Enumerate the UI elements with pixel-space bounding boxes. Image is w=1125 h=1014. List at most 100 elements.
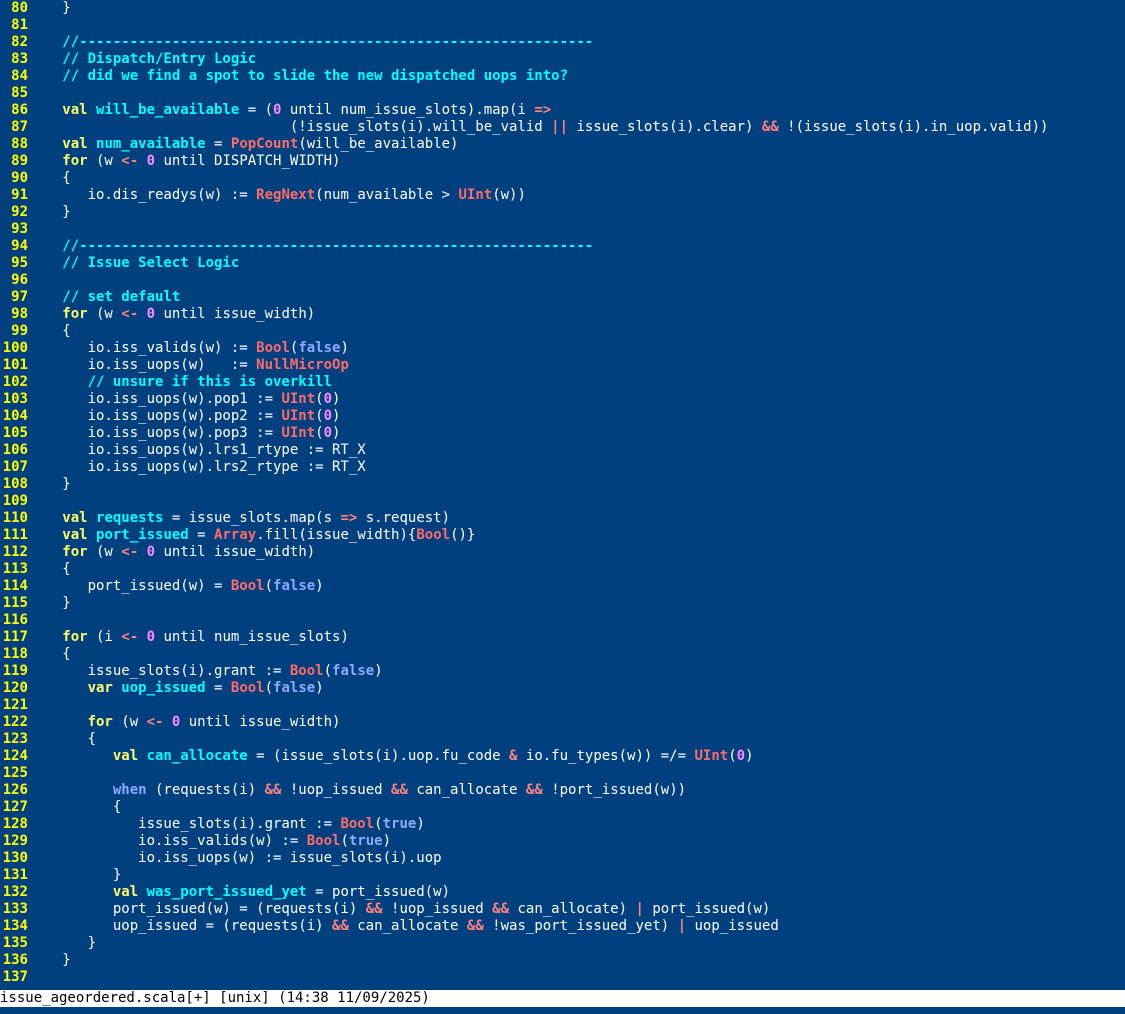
code-line[interactable]: 137 (0, 969, 1125, 986)
code-text: } (37, 867, 121, 884)
code-line[interactable]: 95 // Issue Select Logic (0, 255, 1125, 272)
code-line[interactable]: 100 io.iss_valids(w) := Bool(false) (0, 340, 1125, 357)
code-line[interactable]: 84 // did we find a spot to slide the ne… (0, 68, 1125, 85)
code-line[interactable]: 116 (0, 612, 1125, 629)
code-line[interactable]: 132 val was_port_issued_yet = port_issue… (0, 884, 1125, 901)
code-line[interactable]: 129 io.iss_valids(w) := Bool(true) (0, 833, 1125, 850)
code-line[interactable]: 92 } (0, 204, 1125, 221)
code-line[interactable]: 103 io.iss_uops(w).pop1 := UInt(0) (0, 391, 1125, 408)
code-token: 0 (146, 153, 156, 169)
code-line[interactable]: 131 } (0, 867, 1125, 884)
code-token: Bool (256, 340, 290, 356)
code-line[interactable]: 102 // unsure if this is overkill (0, 374, 1125, 391)
code-token: ) (315, 680, 324, 696)
code-token: !uop_issued (281, 782, 392, 798)
code-line[interactable]: 114 port_issued(w) = Bool(false) (0, 578, 1125, 595)
code-text: } (37, 0, 70, 17)
code-line[interactable]: 90 { (0, 170, 1125, 187)
code-editor[interactable]: 80 } 81 82 //-----------------------------… (0, 0, 1125, 990)
code-token: io.iss_valids(w) := (37, 833, 307, 849)
code-token: <- (121, 629, 139, 645)
code-line[interactable]: 106 io.iss_uops(w).lrs1_rtype := RT_X (0, 442, 1125, 459)
code-line[interactable]: 128 issue_slots(i).grant := Bool(true) (0, 816, 1125, 833)
code-line[interactable]: 121 (0, 697, 1125, 714)
code-line[interactable]: 89 for (w <- 0 until DISPATCH_WIDTH) (0, 153, 1125, 170)
code-line[interactable]: 113 { (0, 561, 1125, 578)
code-line[interactable]: 136 } (0, 952, 1125, 969)
code-token: } (37, 204, 71, 220)
code-text: for (w <- 0 until DISPATCH_WIDTH) (37, 153, 340, 170)
code-token: Bool (289, 663, 324, 679)
line-number: 91 (11, 187, 28, 203)
code-line[interactable]: 112 for (w <- 0 until issue_width) (0, 544, 1125, 561)
code-line[interactable]: 127 { (0, 799, 1125, 816)
code-line[interactable]: 134 uop_issued = (requests(i) && can_all… (0, 918, 1125, 935)
code-line[interactable]: 101 io.iss_uops(w) := NullMicroOp (0, 357, 1125, 374)
code-line[interactable]: 99 { (0, 323, 1125, 340)
code-token: //--------------------------------------… (37, 238, 594, 254)
code-line[interactable]: 109 (0, 493, 1125, 510)
code-line[interactable]: 80 } (0, 0, 1125, 17)
line-number: 117 (2, 629, 28, 645)
code-token: until num_issue_slots) (155, 629, 349, 645)
code-text: { (37, 323, 70, 340)
code-token: for (37, 629, 88, 645)
code-line[interactable]: 115 } (0, 595, 1125, 612)
code-line[interactable]: 85 (0, 85, 1125, 102)
code-token: (i (87, 629, 122, 645)
code-line[interactable]: 83 // Dispatch/Entry Logic (0, 51, 1125, 68)
code-token: => (340, 510, 358, 526)
code-text: io.iss_uops(w) := NullMicroOp (37, 357, 349, 374)
code-text: io.iss_uops(w).pop1 := UInt(0) (37, 391, 341, 408)
code-line[interactable]: 81 (0, 17, 1125, 34)
code-line[interactable]: 86 val will_be_available = (0 until num_… (0, 102, 1125, 119)
code-token: && (492, 901, 510, 917)
code-line[interactable]: 94 //-----------------------------------… (0, 238, 1125, 255)
code-line[interactable]: 122 for (w <- 0 until issue_width) (0, 714, 1125, 731)
code-token: uop_issued = (requests(i) (37, 918, 333, 934)
code-line[interactable]: 119 issue_slots(i).grant := Bool(false) (0, 663, 1125, 680)
code-line[interactable]: 117 for (i <- 0 until num_issue_slots) (0, 629, 1125, 646)
code-line[interactable]: 91 io.dis_readys(w) := RegNext(num_avail… (0, 187, 1125, 204)
code-line[interactable]: 97 // set default (0, 289, 1125, 306)
code-line[interactable]: 88 val num_available = PopCount(will_be_… (0, 136, 1125, 153)
code-line[interactable]: 133 port_issued(w) = (requests(i) && !uo… (0, 901, 1125, 918)
code-token: for (37, 153, 88, 169)
code-line[interactable]: 130 io.iss_uops(w) := issue_slots(i).uop (0, 850, 1125, 867)
code-line[interactable]: 123 { (0, 731, 1125, 748)
code-token: ) (745, 748, 754, 764)
code-text: // did we find a spot to slide the new d… (37, 68, 568, 85)
code-line[interactable]: 108 } (0, 476, 1125, 493)
line-number: 109 (2, 493, 28, 509)
code-line[interactable]: 82 //-----------------------------------… (0, 34, 1125, 51)
line-number: 99 (11, 323, 28, 339)
code-line[interactable]: 125 (0, 765, 1125, 782)
code-line[interactable]: 105 io.iss_uops(w).pop3 := UInt(0) (0, 425, 1125, 442)
code-line[interactable]: 124 val can_allocate = (issue_slots(i).u… (0, 748, 1125, 765)
code-line[interactable]: 107 io.iss_uops(w).lrs2_rtype := RT_X (0, 459, 1125, 476)
code-line[interactable]: 96 (0, 272, 1125, 289)
code-line[interactable]: 126 when (requests(i) && !uop_issued && … (0, 782, 1125, 799)
code-line[interactable]: 118 { (0, 646, 1125, 663)
line-number: 86 (11, 102, 28, 118)
code-line[interactable]: 120 var uop_issued = Bool(false) (0, 680, 1125, 697)
code-text: when (requests(i) && !uop_issued && can_… (37, 782, 686, 799)
code-token: ( (315, 425, 324, 441)
code-token: io.dis_readys(w) := (37, 187, 257, 203)
code-line[interactable]: 135 } (0, 935, 1125, 952)
code-text: io.iss_uops(w).pop3 := UInt(0) (37, 425, 341, 442)
code-text: } (37, 952, 70, 969)
code-token: && (332, 918, 349, 934)
code-text: io.iss_uops(w).lrs1_rtype := RT_X (37, 442, 366, 459)
code-line[interactable]: 104 io.iss_uops(w).pop2 := UInt(0) (0, 408, 1125, 425)
code-line[interactable]: 111 val port_issued = Array.fill(issue_w… (0, 527, 1125, 544)
code-token: 0 (323, 391, 333, 407)
code-token: ) (332, 391, 341, 407)
code-line[interactable]: 98 for (w <- 0 until issue_width) (0, 306, 1125, 323)
command-line[interactable] (0, 1007, 1125, 1014)
code-line[interactable]: 87 (!issue_slots(i).will_be_valid || iss… (0, 119, 1125, 136)
code-line[interactable]: 110 val requests = issue_slots.map(s => … (0, 510, 1125, 527)
code-line[interactable]: 93 (0, 221, 1125, 238)
